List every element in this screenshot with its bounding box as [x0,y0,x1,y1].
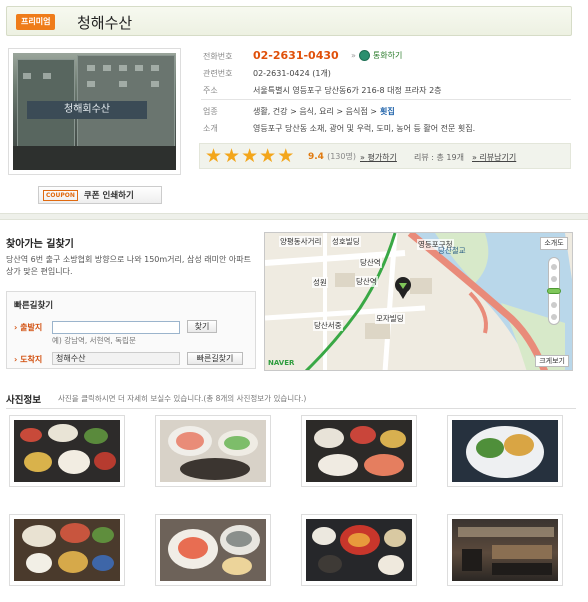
naver-logo: NAVER [268,359,295,367]
store-header: 프리미엄 청해수산 [6,6,572,36]
star-rating: ★ ★ ★ ★ ★ [205,146,294,166]
food-photo-7[interactable] [301,514,417,586]
map-label: 당산역 [355,276,378,287]
intro-label: 소개 [203,124,218,133]
phone-number[interactable]: 02-2631-0430 [253,49,339,62]
category-value: 생활, 건강 > 음식, 요리 > 음식점 > 횟집 [253,106,395,117]
rating-score: 9.4 (130명) [308,152,356,162]
arrow-icon: » [351,51,356,60]
photo-section-title: 사진정보 [6,395,41,406]
star-icon: ★ [259,145,277,167]
store-photo: 청해회수산 [13,53,176,170]
search-button[interactable]: 찾기 [187,320,217,333]
food-photo-5[interactable] [9,514,125,586]
rate-link[interactable]: » 평가하기 [360,152,397,163]
store-thumbnail[interactable]: 청해회수산 [8,48,181,175]
section-divider [0,213,588,220]
info-divider [201,99,571,100]
phone-icon [358,50,370,61]
food-photo-3[interactable] [301,415,417,487]
call-button[interactable]: » 통화하기 [351,50,402,61]
star-icon: ★ [223,145,241,167]
photo-section-header: 사진정보 사진을 클릭하시면 더 자세히 보실수 있습니다.(총 8개의 사진정… [6,392,576,406]
food-photo-2[interactable] [155,415,271,487]
coupon-print-button[interactable]: COUPON 쿠폰 인쇄하기 [38,186,162,204]
category-label: 업종 [203,107,218,116]
quick-route-box: 빠른길찾기 › 출발지 찾기 예) 강남역, 서현역, 독립문 › 도착지 청해… [6,291,256,369]
interior-photo[interactable] [447,514,563,586]
map-label: 성원 [312,277,328,288]
category-path: 생활, 건강 > 음식, 요리 > 음식점 > [253,107,377,116]
zoom-out-icon[interactable] [551,314,557,320]
premium-badge: 프리미엄 [16,14,56,30]
zoom-in-icon[interactable] [551,264,557,270]
zoom-handle[interactable] [547,288,561,294]
route-button[interactable]: 빠른길찾기 [187,352,243,365]
review-count: 리뷰 : 총 19개 [414,153,464,162]
related-number: 02-2631-0424 (1개) [253,69,331,78]
example-text: 예) 강남역, 서현역, 독립문 [52,336,136,345]
star-icon: ★ [241,145,259,167]
coupon-icon: COUPON [43,189,78,201]
street [13,146,176,170]
rating-count: (130명) [327,152,356,161]
from-input[interactable] [52,321,180,334]
food-photo-4[interactable] [447,415,563,487]
map-label: 당산역 [359,257,382,268]
photo-section-desc: 사진을 클릭하시면 더 자세히 보실수 있습니다.(총 8개의 사진정보가 있습… [58,394,307,403]
coupon-label: 쿠폰 인쇄하기 [83,191,134,201]
rating-bar: ★ ★ ★ ★ ★ 9.4 (130명) » 평가하기 리뷰 : 총 19개 »… [199,143,571,169]
map-label: 양평동사거리 [279,236,323,247]
address-value: 서울특별시 영등포구 당산동6가 216-8 대정 프라자 2층 [253,86,442,95]
from-label: › 출발지 [14,323,43,332]
map-label: 당산철교 [438,246,466,255]
map-label: 당산서중 [313,320,343,331]
review-write-link[interactable]: » 리뷰남기기 [472,152,516,163]
address-label: 주소 [203,86,218,95]
map-label: 모자빌딩 [375,313,405,324]
directions-desc: 당산역 6번 출구 소방협회 방향으로 나와 150m거리, 삼성 래미안 아파… [6,255,251,276]
category-chip[interactable]: 횟집 [380,107,395,116]
photo-divider [6,408,576,409]
food-photo-1[interactable] [9,415,125,487]
store-title: 청해수산 [77,14,133,32]
to-input[interactable]: 청해수산 [52,352,180,365]
phone-label: 전화번호 [203,52,233,61]
zoom-slider[interactable] [547,257,561,325]
location-map[interactable]: 양평동사거리 성호빌딩 영등포구청 당산역 당산역 성원 당산서중 모자빌딩 당… [264,232,573,371]
to-label: › 도착지 [14,355,43,364]
star-icon: ★ [277,145,295,167]
star-icon: ★ [205,145,223,167]
map-label: 성호빌딩 [331,236,361,247]
store-sign: 청해회수산 [27,101,147,119]
enlarge-map-button[interactable]: 크게보기 [535,355,569,367]
food-photo-6[interactable] [155,514,271,586]
map-zoom-control: 소개도 [540,237,568,365]
zoom-overview-button[interactable]: 소개도 [540,237,568,250]
directions-title: 찾아가는 길찾기 [6,239,74,250]
intro-value: 영등포구 당산동 소재, 광어 및 우럭, 도미, 농어 등 활어 전문 횟집. [253,124,476,133]
call-label: 통화하기 [372,51,403,60]
related-label: 관련번호 [203,69,233,78]
map-graphic [265,233,572,370]
quick-route-title: 빠른길찾기 [14,301,54,311]
